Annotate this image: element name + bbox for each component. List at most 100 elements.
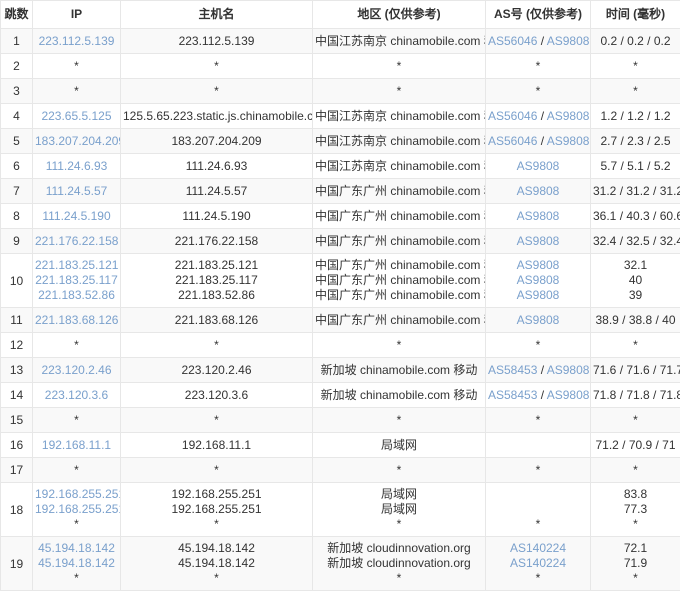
ip-link[interactable]: 221.183.68.126 [35,313,118,327]
hop-cell: 13 [1,358,33,383]
hop-cell: 6 [1,154,33,179]
asn-link[interactable]: AS56046 [488,34,537,48]
cell-text: 77.3 [624,502,647,516]
hostname-cell: * [121,458,313,483]
ip-link[interactable]: 223.65.5.125 [41,109,111,123]
asn-link[interactable]: AS9808 [547,363,590,377]
time-cell: 32.4 / 32.5 / 32.4 [591,229,680,254]
cell-text: 1.2 / 1.2 / 1.2 [600,109,670,123]
cell-text: * [74,413,79,427]
ip-cell: 111.24.6.93 [33,154,121,179]
column-header-region: 地区 (仅供参考) [313,1,486,29]
asn-link[interactable]: AS9808 [517,273,560,287]
cell-text: 中国广东广州 chinamobile.com 移动 [315,313,486,327]
ip-link[interactable]: 111.24.5.190 [42,209,110,223]
time-cell: 5.7 / 5.1 / 5.2 [591,154,680,179]
cell-text: 40 [629,273,642,287]
asn-link[interactable]: AS9808 [517,184,560,198]
cell-text: * [74,59,79,73]
time-cell: 36.1 / 40.3 / 60.6 [591,204,680,229]
table-row: 11221.183.68.126221.183.68.126中国广东广州 chi… [1,308,680,333]
cell-text: 72.1 [624,541,647,555]
ip-link[interactable]: 192.168.255.251 [35,487,121,501]
time-cell: 71.8 / 71.8 / 71.8 [591,383,680,408]
cell-text: * [633,571,638,585]
asn-cell: AS9808 [486,204,591,229]
ip-link[interactable]: 221.183.52.86 [38,288,115,302]
time-cell: 1.2 / 1.2 / 1.2 [591,104,680,129]
ip-link[interactable]: 221.183.25.121 [35,258,118,272]
region-cell: * [313,79,486,104]
asn-link[interactable]: AS56046 [488,134,537,148]
asn-link[interactable]: AS56046 [488,109,537,123]
ip-link[interactable]: 221.176.22.158 [35,234,118,248]
asn-link[interactable]: AS9808 [517,288,560,302]
table-row: 2***** [1,54,680,79]
time-cell: 2.7 / 2.3 / 2.5 [591,129,680,154]
asn-cell: AS58453 / AS9808 [486,358,591,383]
cell-text: * [397,517,402,531]
asn-link[interactable]: AS9808 [547,34,590,48]
ip-cell: 223.120.2.46 [33,358,121,383]
region-cell: 新加坡 chinamobile.com 移动 [313,383,486,408]
ip-cell: 45.194.18.14245.194.18.142* [33,537,121,591]
ip-cell: 223.65.5.125 [33,104,121,129]
ip-link[interactable]: 192.168.255.251 [35,502,121,516]
cell-text: 31.2 / 31.2 / 31.2 [593,184,680,198]
asn-link[interactable]: AS140224 [510,541,566,555]
table-row: 9221.176.22.158221.176.22.158中国广东广州 chin… [1,229,680,254]
asn-link[interactable]: AS140224 [510,556,566,570]
cell-text: * [633,84,638,98]
cell-text: * [397,463,402,477]
ip-link[interactable]: 45.194.18.142 [38,556,115,570]
asn-link[interactable]: AS9808 [547,109,590,123]
region-cell: 中国广东广州 chinamobile.com 移动 [313,229,486,254]
asn-link[interactable]: AS9808 [517,313,560,327]
asn-link[interactable]: AS9808 [547,388,590,402]
asn-link[interactable]: AS9808 [517,209,560,223]
hostname-cell: 45.194.18.14245.194.18.142* [121,537,313,591]
ip-link[interactable]: 223.112.5.139 [39,34,115,48]
cell-text: 111.24.5.57 [186,184,248,198]
asn-link[interactable]: AS9808 [547,134,590,148]
hostname-cell: 221.183.25.121221.183.25.117221.183.52.8… [121,254,313,308]
region-cell: 中国广东广州 chinamobile.com 移动 [313,179,486,204]
cell-text: * [214,59,219,73]
asn-separator: / [537,34,546,48]
ip-link[interactable]: 223.120.2.46 [41,363,111,377]
asn-link[interactable]: AS9808 [517,258,560,272]
hostname-cell: 192.168.11.1 [121,433,313,458]
hostname-cell: 223.120.3.6 [121,383,313,408]
ip-cell: * [33,408,121,433]
cell-text: * [633,413,638,427]
asn-link[interactable]: AS9808 [517,159,560,173]
ip-link[interactable]: 192.168.11.1 [42,438,111,452]
ip-link[interactable]: 223.120.3.6 [45,388,108,402]
cell-text: * [536,571,541,585]
asn-cell: * [486,333,591,358]
asn-cell: AS56046 / AS9808 [486,129,591,154]
ip-cell: * [33,458,121,483]
cell-text: * [214,84,219,98]
region-cell: 新加坡 cloudinnovation.org新加坡 cloudinnovati… [313,537,486,591]
hostname-cell: * [121,408,313,433]
ip-cell: 221.183.25.121221.183.25.117221.183.52.8… [33,254,121,308]
ip-cell: 183.207.204.209 [33,129,121,154]
asn-link[interactable]: AS58453 [488,363,537,377]
asn-cell: AS56046 / AS9808 [486,29,591,54]
table-row: 6111.24.6.93111.24.6.93中国江苏南京 chinamobil… [1,154,680,179]
ip-link[interactable]: 111.24.6.93 [46,159,108,173]
time-cell: 31.2 / 31.2 / 31.2 [591,179,680,204]
cell-text: * [397,59,402,73]
column-header-hostname: 主机名 [121,1,313,29]
asn-link[interactable]: AS9808 [517,234,560,248]
cell-text: 45.194.18.142 [178,541,255,555]
ip-cell: 111.24.5.190 [33,204,121,229]
ip-link[interactable]: 45.194.18.142 [38,541,115,555]
asn-link[interactable]: AS58453 [488,388,537,402]
table-row: 13223.120.2.46223.120.2.46新加坡 chinamobil… [1,358,680,383]
ip-link[interactable]: 183.207.204.209 [35,134,121,148]
ip-link[interactable]: 221.183.25.117 [35,273,118,287]
ip-cell: 221.183.68.126 [33,308,121,333]
ip-link[interactable]: 111.24.5.57 [46,184,108,198]
